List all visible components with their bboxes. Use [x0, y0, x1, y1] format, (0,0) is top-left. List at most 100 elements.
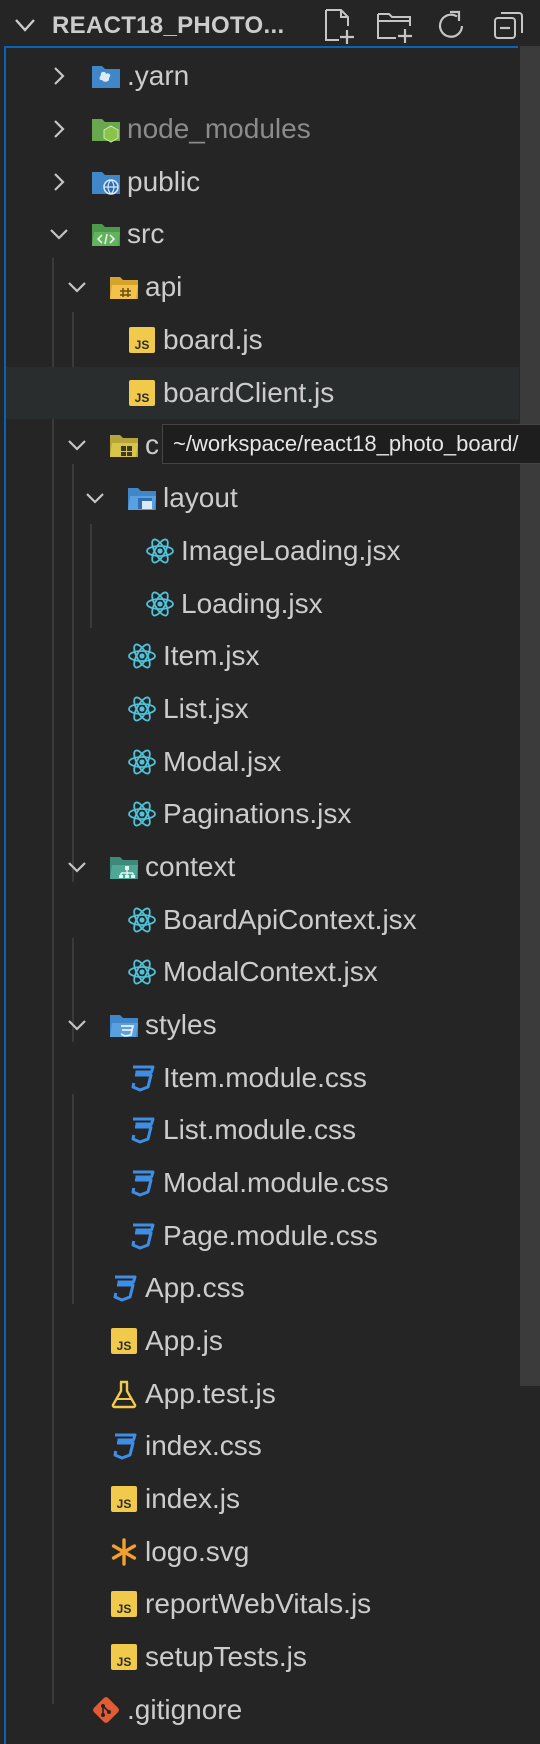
- svg-text:JS: JS: [117, 1339, 132, 1353]
- tree-item-label: Modal.jsx: [163, 746, 282, 777]
- tree-item-app-css[interactable]: App.css: [6, 1262, 540, 1314]
- new-file-icon[interactable]: [317, 4, 361, 48]
- tree-item-label: public: [127, 166, 201, 197]
- api-folder-icon: [110, 277, 138, 299]
- chevron-down-icon[interactable]: [66, 1012, 88, 1038]
- tree-item-styles[interactable]: styles: [6, 999, 540, 1051]
- chevron-right-icon[interactable]: [48, 116, 70, 142]
- tree-item-item-jsx[interactable]: Item.jsx: [6, 630, 540, 682]
- refresh-icon[interactable]: [429, 4, 473, 48]
- src-folder-icon: [92, 224, 120, 246]
- tree-item-imageloading-jsx[interactable]: ImageLoading.jsx: [6, 525, 540, 577]
- tree-item-boardapicontext-jsx[interactable]: BoardApiContext.jsx: [6, 894, 540, 946]
- tree-item-label: layout: [163, 482, 238, 513]
- tree-item-loading-jsx[interactable]: Loading.jsx: [6, 578, 540, 630]
- tree-item-yarn[interactable]: .yarn: [6, 50, 540, 102]
- tree-item-label: ImageLoading.jsx: [181, 535, 401, 566]
- file-tree[interactable]: .yarn node_modules public src api JS boa…: [4, 46, 540, 1744]
- chevron-down-icon[interactable]: [66, 274, 88, 300]
- css-icon: [131, 1170, 155, 1197]
- tree-item-label: ModalContext.jsx: [163, 956, 378, 987]
- tree-item-gitignore[interactable]: .gitignore: [6, 1684, 540, 1736]
- tree-item-label: context: [145, 851, 236, 882]
- tree-item-logo-svg[interactable]: logo.svg: [6, 1526, 540, 1578]
- tree-item-label: List.jsx: [163, 693, 249, 724]
- tree-item-item-module-css[interactable]: Item.module.css: [6, 1052, 540, 1104]
- explorer-header[interactable]: REACT18_PHOTO...: [0, 0, 540, 50]
- path-tooltip: ~/workspace/react18_photo_board/: [162, 424, 540, 464]
- svg-text:JS: JS: [117, 1655, 132, 1669]
- tree-item-label: styles: [145, 1009, 217, 1040]
- context-folder-icon: [110, 857, 138, 879]
- components-folder-icon: [110, 435, 138, 457]
- svg-asterisk-icon: [111, 1538, 137, 1566]
- tree-item-paginations-jsx[interactable]: Paginations.jsx: [6, 788, 540, 840]
- tree-item-label: Modal.module.css: [163, 1167, 389, 1198]
- react-icon: [128, 643, 156, 669]
- chevron-down-icon[interactable]: [12, 10, 38, 40]
- tree-item-list-jsx[interactable]: List.jsx: [6, 683, 540, 735]
- tree-item-modalcontext-jsx[interactable]: ModalContext.jsx: [6, 946, 540, 998]
- tree-item-label: logo.svg: [145, 1536, 250, 1567]
- chevron-right-icon[interactable]: [48, 169, 70, 195]
- react-icon: [146, 538, 174, 564]
- tree-item-src[interactable]: src: [6, 208, 540, 260]
- tree-item-label: board.js: [163, 324, 263, 355]
- tree-item-label: index.css: [145, 1430, 262, 1461]
- tree-item-label: reportWebVitals.js: [145, 1588, 372, 1619]
- css-icon: [113, 1275, 137, 1302]
- tree-item-api[interactable]: api: [6, 261, 540, 313]
- new-folder-icon[interactable]: [374, 4, 418, 48]
- tree-item-app-js[interactable]: JS App.js: [6, 1315, 540, 1367]
- tree-item-modal-jsx[interactable]: Modal.jsx: [6, 736, 540, 788]
- collapse-all-icon[interactable]: [487, 4, 531, 48]
- tree-item-label: Item.module.css: [163, 1062, 367, 1093]
- tree-item-list-module-css[interactable]: List.module.css: [6, 1104, 540, 1156]
- scrollbar-thumb[interactable]: [520, 46, 540, 1386]
- tree-item-node-modules[interactable]: node_modules: [6, 103, 540, 155]
- react-icon: [128, 907, 156, 933]
- tree-item-public[interactable]: public: [6, 156, 540, 208]
- tree-item-label: Item.jsx: [163, 640, 260, 671]
- css-icon: [131, 1065, 155, 1092]
- js-icon: JS: [129, 327, 155, 353]
- tree-item-label: c: [145, 429, 159, 460]
- tree-item-setuptests-js[interactable]: JS setupTests.js: [6, 1631, 540, 1683]
- css-icon: [113, 1433, 137, 1460]
- tree-item-label: node_modules: [127, 113, 311, 144]
- tree-item-label: .gitignore: [127, 1694, 243, 1725]
- yarn-folder-icon: [92, 66, 120, 88]
- react-icon: [128, 696, 156, 722]
- test-flask-icon: [111, 1380, 137, 1409]
- react-icon: [128, 959, 156, 985]
- chevron-right-icon[interactable]: [48, 63, 70, 89]
- tree-item-index-css[interactable]: index.css: [6, 1420, 540, 1472]
- tree-item-label: App.test.js: [145, 1378, 276, 1409]
- tree-item-boardclient-js[interactable]: JS boardClient.js: [6, 367, 540, 419]
- chevron-down-icon[interactable]: [48, 221, 70, 247]
- tree-item-label: List.module.css: [163, 1114, 356, 1145]
- chevron-down-icon[interactable]: [66, 854, 88, 880]
- tree-item-modal-module-css[interactable]: Modal.module.css: [6, 1157, 540, 1209]
- tree-item-label: boardClient.js: [163, 377, 335, 408]
- js-icon: JS: [129, 380, 155, 406]
- css-icon: [131, 1223, 155, 1250]
- tree-item-app-test-js[interactable]: App.test.js: [6, 1368, 540, 1420]
- tree-item-label: .yarn: [127, 60, 190, 91]
- tree-item-index-js[interactable]: JS index.js: [6, 1473, 540, 1525]
- public-folder-icon: [92, 172, 120, 195]
- tree-item-context[interactable]: context: [6, 841, 540, 893]
- node-folder-icon: [92, 119, 120, 143]
- tree-item-layout[interactable]: layout: [6, 472, 540, 524]
- chevron-down-icon[interactable]: [84, 485, 106, 511]
- tree-item-page-module-css[interactable]: Page.module.css: [6, 1210, 540, 1262]
- react-icon: [128, 801, 156, 827]
- tree-item-label: App.js: [145, 1325, 223, 1356]
- tree-item-reportwebvitals-js[interactable]: JS reportWebVitals.js: [6, 1578, 540, 1630]
- chevron-down-icon[interactable]: [66, 432, 88, 458]
- tree-item-label: Page.module.css: [163, 1220, 378, 1251]
- svg-text:JS: JS: [117, 1602, 132, 1616]
- tree-item-board-js[interactable]: JS board.js: [6, 314, 540, 366]
- git-icon: [93, 1697, 119, 1723]
- tree-item-label: src: [127, 218, 165, 249]
